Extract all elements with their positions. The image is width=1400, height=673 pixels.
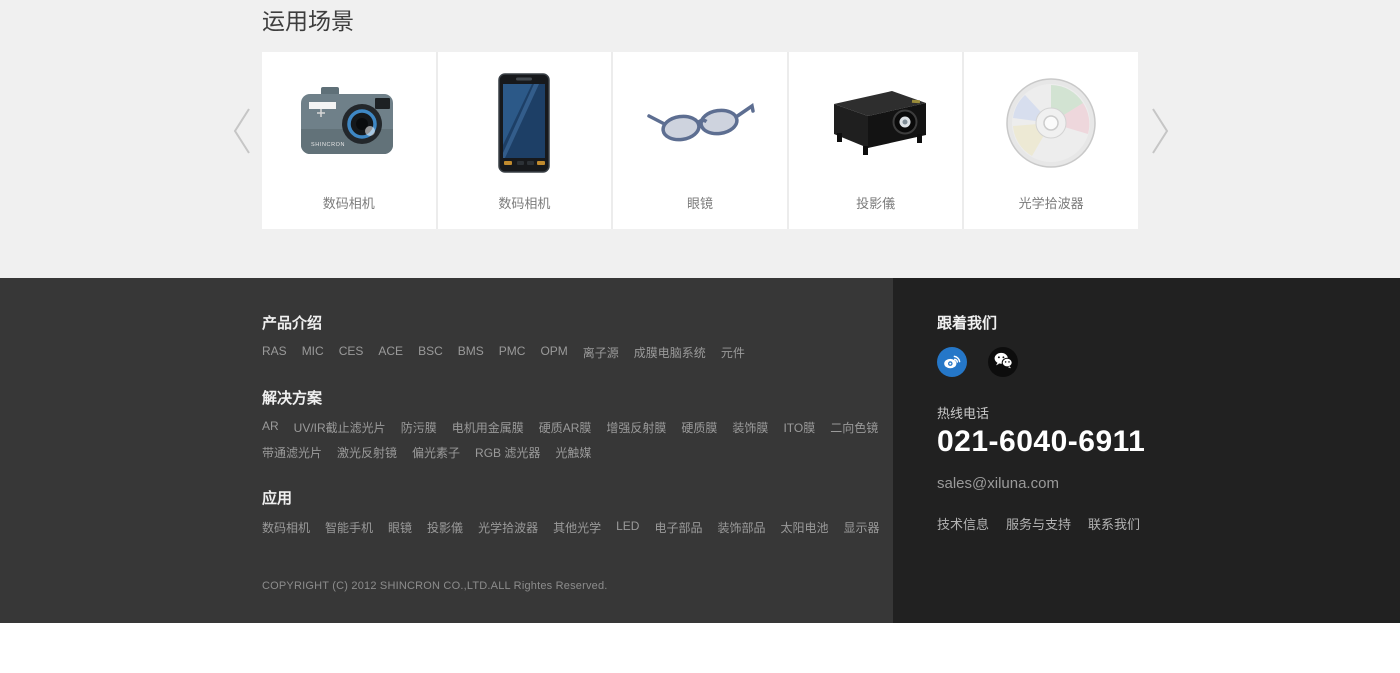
footer-link[interactable]: PMC: [499, 344, 526, 361]
footer-link[interactable]: OPM: [540, 344, 567, 361]
card-label: 数码相机: [323, 193, 375, 212]
footer-link[interactable]: 带通滤光片: [262, 444, 322, 461]
footer-link[interactable]: 二向色镜: [830, 419, 878, 436]
footer-link[interactable]: RAS: [262, 344, 287, 361]
footer-link[interactable]: 投影儀: [427, 519, 463, 536]
contact-email[interactable]: sales@xiluna.com: [937, 475, 1357, 492]
footer: 产品介绍 RAS MIC CES ACE BSC BMS PMC OPM 离子源…: [0, 278, 1400, 623]
application-links-row: 数码相机 智能手机 眼镜 投影儀 光学拾波器 其他光学 LED 电子部品 装饰部…: [262, 519, 892, 536]
glasses-icon: [613, 52, 787, 193]
footer-link[interactable]: 光学拾波器: [478, 519, 538, 536]
footer-link[interactable]: ITO膜: [783, 419, 815, 436]
footer-link[interactable]: LED: [616, 519, 639, 536]
footer-link[interactable]: BSC: [418, 344, 443, 361]
footer-link-columns: 产品介绍 RAS MIC CES ACE BSC BMS PMC OPM 离子源…: [262, 312, 892, 592]
footer-section-products: 产品介绍 RAS MIC CES ACE BSC BMS PMC OPM 离子源…: [262, 312, 892, 361]
footer-contact-column: 跟着我们: [937, 312, 1357, 533]
card-label: 眼镜: [687, 193, 713, 212]
footer-link[interactable]: 偏光素子: [412, 444, 460, 461]
footer-link[interactable]: 装饰部品: [717, 519, 765, 536]
footer-link[interactable]: 其他光学: [553, 519, 601, 536]
footer-link[interactable]: CES: [339, 344, 364, 361]
footer-link[interactable]: 离子源: [583, 344, 619, 361]
carousel-next-button[interactable]: [1140, 102, 1180, 162]
hotline-label: 热线电话: [937, 403, 1357, 422]
carousel-prev-button[interactable]: [222, 102, 262, 162]
footer-link[interactable]: 电机用金属膜: [452, 419, 524, 436]
footer-link[interactable]: 增强反射膜: [606, 419, 666, 436]
carousel-card-glasses[interactable]: 眼镜: [611, 52, 787, 229]
follow-us-title: 跟着我们: [937, 312, 1357, 333]
optical-disc-icon: [964, 52, 1138, 193]
smartphone-icon: [438, 52, 612, 193]
footer-bottom-link-contact[interactable]: 联系我们: [1088, 514, 1140, 533]
social-icons-row: [937, 347, 1357, 377]
weibo-icon: [943, 352, 961, 373]
wechat-icon: [994, 352, 1013, 372]
carousel-card-digital-camera[interactable]: SHINCRON 数码相机: [262, 52, 436, 229]
application-scenarios-section: 运用场景 SHINCRON: [0, 0, 1400, 278]
footer-link[interactable]: ACE: [378, 344, 403, 361]
product-links-row: RAS MIC CES ACE BSC BMS PMC OPM 离子源 成膜电脑…: [262, 344, 892, 361]
footer-link[interactable]: 电子部品: [654, 519, 702, 536]
carousel-card-smartphone[interactable]: 数码相机: [436, 52, 612, 229]
svg-text:SHINCRON: SHINCRON: [311, 142, 345, 148]
chevron-right-icon: [1148, 105, 1172, 160]
card-label: 光学拾波器: [1019, 193, 1084, 212]
solution-links-row: AR UV/IR截止滤光片 防污膜 电机用金属膜 硬质AR膜 增强反射膜 硬质膜…: [262, 419, 892, 461]
footer-section-title: 解决方案: [262, 387, 892, 408]
footer-link[interactable]: 显示器: [843, 519, 879, 536]
card-label: 投影儀: [856, 193, 895, 212]
footer-section-title: 应用: [262, 487, 892, 508]
card-label: 数码相机: [498, 193, 550, 212]
footer-link[interactable]: MIC: [302, 344, 324, 361]
footer-link[interactable]: 元件: [721, 344, 745, 361]
carousel-card-optical-pickup[interactable]: 光学拾波器: [962, 52, 1138, 229]
hotline-number: 021-6040-6911: [937, 425, 1357, 459]
footer-link[interactable]: RGB 滤光器: [475, 444, 540, 461]
projector-icon: [789, 52, 963, 193]
footer-link[interactable]: 智能手机: [325, 519, 373, 536]
copyright-text: COPYRIGHT (C) 2012 SHINCRON CO.,LTD.ALL …: [262, 580, 892, 592]
footer-link[interactable]: UV/IR截止滤光片: [294, 419, 386, 436]
carousel-card-projector[interactable]: 投影儀: [787, 52, 963, 229]
footer-bottom-links: 技术信息 服务与支持 联系我们: [937, 514, 1357, 533]
footer-link[interactable]: 激光反射镜: [337, 444, 397, 461]
chevron-left-icon: [230, 105, 254, 160]
footer-bottom-link-tech-info[interactable]: 技术信息: [937, 514, 989, 533]
footer-section-title: 产品介绍: [262, 312, 892, 333]
footer-link[interactable]: 防污膜: [401, 419, 437, 436]
digital-camera-icon: SHINCRON: [262, 52, 436, 193]
footer-bottom-link-support[interactable]: 服务与支持: [1006, 514, 1071, 533]
weibo-button[interactable]: [937, 347, 967, 377]
footer-section-applications: 应用 数码相机 智能手机 眼镜 投影儀 光学拾波器 其他光学 LED 电子部品 …: [262, 487, 892, 536]
footer-link[interactable]: 太阳电池: [780, 519, 828, 536]
footer-link[interactable]: BMS: [458, 344, 484, 361]
footer-link[interactable]: 光触媒: [555, 444, 591, 461]
footer-link[interactable]: 装饰膜: [732, 419, 768, 436]
application-carousel: SHINCRON 数码相机 数码相机: [262, 52, 1138, 229]
footer-section-solutions: 解决方案 AR UV/IR截止滤光片 防污膜 电机用金属膜 硬质AR膜 增强反射…: [262, 387, 892, 461]
footer-link[interactable]: 成膜电脑系统: [634, 344, 706, 361]
footer-link[interactable]: 眼镜: [388, 519, 412, 536]
footer-link[interactable]: AR: [262, 419, 279, 436]
section-title: 运用场景: [262, 2, 354, 36]
footer-link[interactable]: 硬质AR膜: [539, 419, 592, 436]
footer-link[interactable]: 硬质膜: [681, 419, 717, 436]
footer-link[interactable]: 数码相机: [262, 519, 310, 536]
wechat-button[interactable]: [988, 347, 1018, 377]
